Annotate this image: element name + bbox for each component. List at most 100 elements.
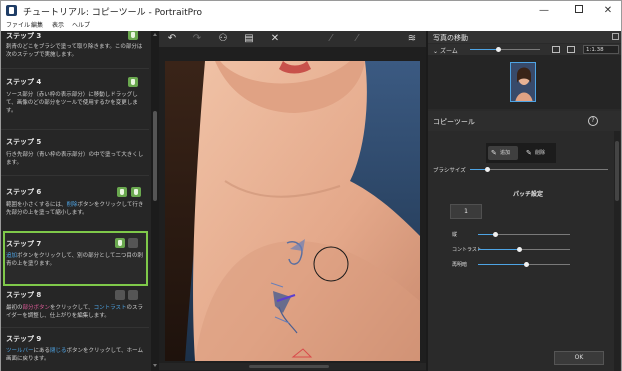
pen-icon[interactable]: ⁄: [350, 33, 364, 45]
maximize-button[interactable]: [564, 1, 594, 21]
person-icon[interactable]: ⚇: [216, 33, 230, 45]
add-mode-button[interactable]: ✎ 追加: [488, 146, 518, 160]
steps-scrollbar[interactable]: [151, 31, 159, 371]
contrast-slider-fill: [478, 249, 519, 250]
scroll-down-icon[interactable]: [153, 364, 157, 367]
show-me-hand-button-2[interactable]: [131, 187, 141, 197]
step-title: ステップ 4: [6, 78, 42, 86]
tutorial-steps-panel: ステップ 3 刺青のどこをブラシで塗って取り除きます。この部分は次のステップで実…: [1, 31, 151, 371]
step-divider: [1, 129, 149, 130]
ok-button[interactable]: OK: [554, 351, 604, 365]
close-window-button[interactable]: ✕: [593, 1, 622, 21]
photo-canvas[interactable]: [165, 61, 420, 361]
title-bar: チュートリアル: コピーツール - PortraitPro — ✕: [1, 1, 621, 21]
relight-slider-fill: [478, 264, 526, 265]
canvas-horizontal-scrollbar[interactable]: [159, 363, 426, 370]
step-divider: [1, 175, 149, 176]
vertical-slider-knob[interactable]: [493, 232, 498, 237]
step-title: ステップ 5: [6, 138, 42, 146]
brush-size-slider-track[interactable]: [470, 169, 608, 170]
navigator-title: 写真の移動: [433, 34, 468, 42]
step-title: ステップ 7: [6, 240, 42, 248]
step-title: ステップ 8: [6, 291, 42, 299]
adjust-label-vertical: 縦: [452, 232, 458, 238]
window-title: チュートリアル: コピーツール - PortraitPro: [23, 8, 202, 18]
highlighted-term: 追加: [6, 253, 18, 259]
highlighted-term: ツールバー: [6, 348, 34, 354]
navigator-preview: [428, 55, 621, 109]
scroll-up-icon[interactable]: [153, 33, 157, 36]
brush-size-slider-knob[interactable]: [485, 167, 490, 172]
step-body: 範囲を小さくするには、削除ボタンをクリックして行き先部分の上を塗って縮小します。: [6, 201, 144, 217]
step-text: 範囲を小さくするには、: [6, 202, 67, 208]
zoom-value[interactable]: 1:1.38: [583, 45, 619, 54]
copy-tool-header: コピーツール ?: [428, 111, 621, 131]
undo-icon[interactable]: ↶: [165, 33, 179, 45]
scrollbar-thumb[interactable]: [249, 365, 329, 368]
highlighted-term: コントラスト: [93, 305, 127, 311]
highlighted-term: 閉じる: [50, 348, 67, 354]
contrast-slider-knob[interactable]: [517, 247, 522, 252]
step-disabled-button[interactable]: [128, 238, 138, 248]
app-window: チュートリアル: コピーツール - PortraitPro — ✕ ファイル 編…: [0, 0, 622, 371]
remove-mode-button[interactable]: ✎ 削除: [523, 146, 553, 160]
zoom-label-text: ズーム: [439, 48, 458, 55]
step-body: ソース部分（赤い枠の表示部分）に移動しドラッグして、画像のどの部分をツールで使用…: [6, 91, 144, 115]
menu-file[interactable]: ファイル: [6, 21, 30, 31]
step-text: ボタンをクリックして、別の部分として二つ目の刺青の上を塗ります。: [6, 253, 143, 267]
step-text: 最初の: [6, 305, 23, 311]
menu-edit[interactable]: 編集: [31, 21, 43, 31]
step-divider: [1, 327, 149, 328]
detach-panel-icon[interactable]: [612, 33, 619, 40]
scrollbar-thumb[interactable]: [615, 141, 619, 201]
portrait-photo: [165, 61, 420, 361]
help-icon[interactable]: ?: [588, 116, 598, 126]
zoom-slider-knob[interactable]: [496, 47, 501, 52]
relight-slider-knob[interactable]: [524, 262, 529, 267]
step-title: ステップ 3: [6, 32, 42, 40]
layers-icon[interactable]: ≋: [405, 33, 419, 45]
editor-toolbar: ↶ ↷ ⚇ ▤ ✕ ⁄ ⁄ ≋: [159, 31, 426, 47]
show-me-hand-button[interactable]: [117, 187, 127, 197]
step-title: ステップ 9: [6, 335, 42, 343]
step-body: ツールバーにある閉じるボタンをクリックして、ホーム画面に戻ります。: [6, 347, 144, 363]
brush-icon[interactable]: ⁄: [324, 33, 338, 45]
close-tool-icon[interactable]: ✕: [268, 33, 282, 45]
zoom-slider-fill: [470, 49, 498, 50]
fit-to-screen-icon[interactable]: [552, 46, 560, 53]
brush-mode-group: ✎ 追加 ✎ 削除: [486, 143, 556, 163]
step-disabled-button-2[interactable]: [128, 290, 138, 300]
thumbnail-image: [511, 63, 535, 101]
show-me-hand-button[interactable]: [128, 77, 138, 87]
redo-icon[interactable]: ↷: [190, 33, 204, 45]
show-me-hand-button[interactable]: [115, 238, 125, 248]
zoom-actual-size-icon[interactable]: [567, 46, 575, 53]
add-brush-icon: ✎: [491, 149, 497, 157]
menu-help[interactable]: ヘルプ: [72, 21, 90, 31]
patch-number-button[interactable]: 1: [450, 204, 482, 219]
right-panel-scrollbar[interactable]: [614, 131, 620, 371]
highlighted-term: 削除: [66, 202, 78, 208]
step-body: 最初の部分ボタンをクリックして、コントラストのスライダーを調整し、仕上がりを編集…: [6, 304, 144, 320]
portraitpro-app-icon: [6, 5, 17, 16]
save-icon[interactable]: ▤: [242, 33, 256, 45]
step-text: 行き先部分（青い枠の表示部分）の中で塗って大きくします。: [6, 152, 144, 166]
patch-settings-title: パッチ設定: [512, 191, 543, 198]
scrollbar-thumb[interactable]: [153, 111, 157, 201]
navigator-header: 写真の移動: [428, 31, 621, 43]
step-text: ソース部分（赤い枠の表示部分）に移動しドラッグして、画像のどの部分をツールで使用…: [6, 92, 138, 114]
highlighted-term: 部分ボタン: [22, 305, 51, 311]
menu-bar: ファイル 編集 表示 ヘルプ: [1, 21, 621, 31]
zoom-label: ⌄ ズーム: [433, 48, 458, 55]
minimize-button[interactable]: —: [529, 1, 559, 21]
step-body: 追加ボタンをクリックして、別の部分として二つ目の刺青の上を塗ります。: [6, 252, 144, 268]
step-title: ステップ 6: [6, 188, 42, 196]
step-body: 行き先部分（青い枠の表示部分）の中で塗って大きくします。: [6, 151, 144, 167]
step-text: にある: [33, 348, 51, 354]
zoom-row: ⌄ ズーム 1:1.38: [428, 44, 621, 55]
show-me-hand-button[interactable]: [128, 31, 138, 40]
navigator-thumbnail[interactable]: [510, 62, 536, 102]
step-disabled-button[interactable]: [115, 290, 125, 300]
adjust-label-relight: 再明暗: [452, 262, 468, 268]
menu-view[interactable]: 表示: [52, 21, 64, 31]
